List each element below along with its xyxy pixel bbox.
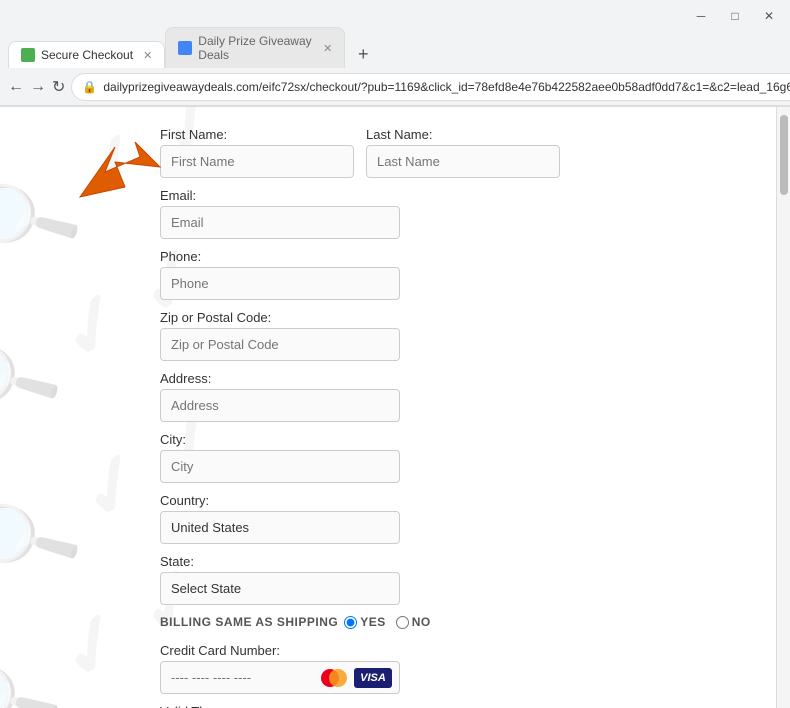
last-name-input[interactable]: [366, 145, 560, 178]
refresh-button[interactable]: ↻: [52, 74, 65, 100]
billing-radio-group: YES NO: [344, 615, 431, 629]
nav-bar: ← → ↻ 🔒 dailyprizegiveawaydeals.com/eifc…: [0, 68, 790, 106]
address-bar[interactable]: 🔒 dailyprizegiveawaydeals.com/eifc72sx/c…: [71, 73, 790, 101]
zip-input[interactable]: [160, 328, 400, 361]
forward-button[interactable]: →: [30, 74, 46, 100]
city-label: City:: [160, 432, 560, 447]
last-name-col: Last Name:: [366, 127, 560, 178]
tab-close-1[interactable]: ✕: [143, 49, 152, 62]
cc-icons: VISA: [318, 668, 392, 688]
tabs-bar: Secure Checkout ✕ Daily Prize Giveaway D…: [0, 32, 790, 68]
cc-row: Credit Card Number: VISA: [160, 643, 560, 694]
visa-icon: VISA: [354, 668, 392, 688]
valid-thru-row: Valid Thru: Month 01 02 03 04 05 06 07 0…: [160, 704, 560, 708]
billing-same-row: BILLING SAME AS SHIPPING YES NO: [160, 615, 560, 629]
country-select[interactable]: United States: [160, 511, 400, 544]
tab-lock-icon: [21, 48, 35, 62]
billing-no-text: NO: [412, 615, 431, 629]
billing-no-label: NO: [396, 615, 431, 629]
state-row: State: Select State Alabama Alaska Calif…: [160, 554, 560, 605]
state-select[interactable]: Select State Alabama Alaska California N…: [160, 572, 400, 605]
title-bar-controls: ─ □ ✕: [688, 3, 782, 29]
scrollbar[interactable]: [776, 107, 790, 708]
new-tab-button[interactable]: +: [349, 40, 377, 68]
mastercard-icon: [318, 668, 350, 688]
address-row: Address:: [160, 371, 560, 422]
browser-chrome: ─ □ ✕ Secure Checkout ✕ Daily Prize Give…: [0, 0, 790, 107]
city-row: City:: [160, 432, 560, 483]
address-text: dailyprizegiveawaydeals.com/eifc72sx/che…: [103, 80, 790, 94]
billing-yes-radio[interactable]: [344, 616, 357, 629]
country-row: Country: United States: [160, 493, 560, 544]
cc-input-wrap: VISA: [160, 661, 400, 694]
page-content: 🔍 ✓ ✓ 🔍 ✓ ✓ 🔍 ✓ ✓ 🔍 ✓ ✓: [0, 107, 776, 708]
tab-daily-prize[interactable]: Daily Prize Giveaway Deals ✕: [165, 27, 345, 68]
close-button[interactable]: ✕: [756, 3, 782, 29]
form-container: First Name: Last Name: Email: Phone:: [0, 107, 560, 708]
scrollbar-thumb[interactable]: [780, 115, 788, 195]
cc-label: Credit Card Number:: [160, 643, 560, 658]
minimize-button[interactable]: ─: [688, 3, 714, 29]
tab-favicon-2: [178, 41, 192, 55]
address-lock-icon: 🔒: [82, 80, 97, 94]
phone-label: Phone:: [160, 249, 560, 264]
city-input[interactable]: [160, 450, 400, 483]
billing-yes-text: YES: [360, 615, 386, 629]
back-button[interactable]: ←: [8, 74, 24, 100]
zip-row: Zip or Postal Code:: [160, 310, 560, 361]
valid-thru-label: Valid Thru:: [160, 704, 560, 708]
billing-yes-label: YES: [344, 615, 386, 629]
tab-secure-checkout[interactable]: Secure Checkout ✕: [8, 41, 165, 68]
email-row: Email:: [160, 188, 560, 239]
address-label: Address:: [160, 371, 560, 386]
email-label: Email:: [160, 188, 560, 203]
address-input[interactable]: [160, 389, 400, 422]
browser-body: 🔍 ✓ ✓ 🔍 ✓ ✓ 🔍 ✓ ✓ 🔍 ✓ ✓: [0, 107, 790, 708]
billing-no-radio[interactable]: [396, 616, 409, 629]
zip-label: Zip or Postal Code:: [160, 310, 560, 325]
state-label: State:: [160, 554, 560, 569]
tab-label-2: Daily Prize Giveaway Deals: [198, 34, 313, 62]
title-bar: ─ □ ✕: [0, 0, 790, 32]
phone-row: Phone:: [160, 249, 560, 300]
name-input-row: First Name: Last Name:: [160, 127, 560, 178]
first-name-input[interactable]: [160, 145, 354, 178]
first-name-col: First Name:: [160, 127, 354, 178]
billing-same-label: BILLING SAME AS SHIPPING: [160, 615, 338, 629]
maximize-button[interactable]: □: [722, 3, 748, 29]
first-name-label: First Name:: [160, 127, 354, 142]
name-row: First Name: Last Name:: [160, 127, 560, 178]
phone-input[interactable]: [160, 267, 400, 300]
tab-close-2[interactable]: ✕: [323, 42, 332, 55]
email-input[interactable]: [160, 206, 400, 239]
country-label: Country:: [160, 493, 560, 508]
tab-label-1: Secure Checkout: [41, 48, 133, 62]
last-name-label: Last Name:: [366, 127, 560, 142]
